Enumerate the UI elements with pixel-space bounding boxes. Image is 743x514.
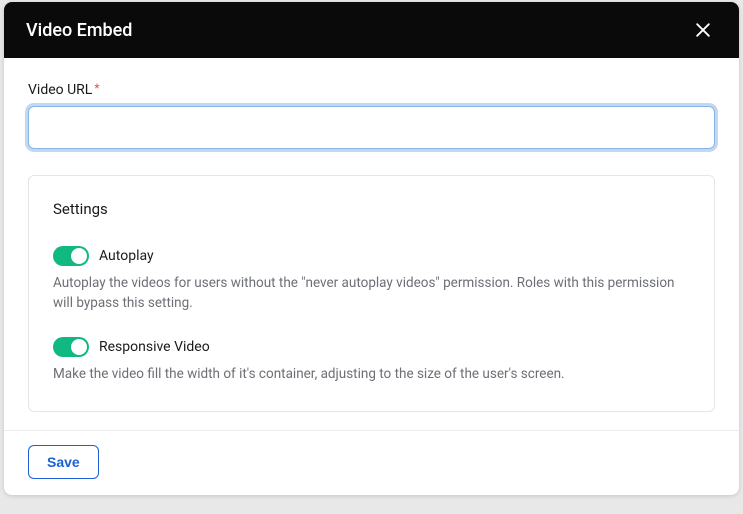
toggle-knob-icon: [71, 339, 87, 355]
video-url-label-text: Video URL: [28, 82, 92, 98]
setting-autoplay: Autoplay Autoplay the videos for users w…: [53, 246, 690, 313]
settings-panel: Settings Autoplay Autoplay the videos fo…: [28, 175, 715, 412]
video-embed-modal: Video Embed Video URL * Settings Autopla…: [4, 2, 739, 495]
required-indicator: *: [94, 81, 99, 95]
settings-title: Settings: [53, 200, 690, 218]
modal-header: Video Embed: [4, 2, 739, 58]
responsive-description: Make the video fill the width of it's co…: [53, 365, 690, 385]
video-url-input[interactable]: [28, 106, 715, 149]
modal-title: Video Embed: [26, 20, 132, 41]
autoplay-toggle[interactable]: [53, 246, 89, 266]
autoplay-label: Autoplay: [99, 248, 154, 264]
responsive-toggle[interactable]: [53, 337, 89, 357]
close-button[interactable]: [689, 16, 717, 44]
close-icon: [693, 20, 713, 40]
setting-responsive: Responsive Video Make the video fill the…: [53, 337, 690, 385]
modal-body: Video URL * Settings Autoplay Autoplay t…: [4, 58, 739, 430]
save-button[interactable]: Save: [28, 445, 99, 479]
video-url-label: Video URL *: [28, 82, 715, 98]
toggle-knob-icon: [71, 248, 87, 264]
setting-responsive-head: Responsive Video: [53, 337, 690, 357]
setting-autoplay-head: Autoplay: [53, 246, 690, 266]
autoplay-description: Autoplay the videos for users without th…: [53, 274, 690, 313]
modal-footer: Save: [4, 430, 739, 495]
responsive-label: Responsive Video: [99, 339, 210, 355]
